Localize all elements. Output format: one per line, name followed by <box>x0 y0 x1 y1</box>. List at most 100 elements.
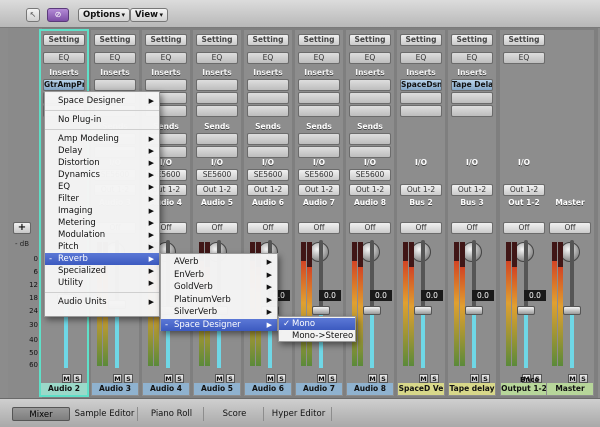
send-slot[interactable] <box>196 146 238 158</box>
volume-fader-handle[interactable] <box>414 306 432 315</box>
mute-button[interactable]: M <box>113 374 122 383</box>
insert-slot-empty[interactable] <box>145 79 187 91</box>
channel-strip-name[interactable]: Audio 4 <box>143 383 189 395</box>
insert-slot-plugin[interactable]: Tape Dela <box>451 79 493 91</box>
mute-button[interactable]: M <box>164 374 173 383</box>
channel-eq-button[interactable]: EQ <box>298 52 340 64</box>
menu-item[interactable]: Delay ▶ <box>45 145 159 157</box>
output-selector[interactable]: Out 1-2 <box>400 184 442 196</box>
channel-eq-button[interactable]: EQ <box>247 52 289 64</box>
channel-eq-button[interactable]: EQ <box>503 52 545 64</box>
channel-strip-name[interactable]: Audio 7 <box>296 383 342 395</box>
menu-item[interactable]: Mono->Stereo <box>279 330 355 342</box>
channel-setting-button[interactable]: Setting <box>400 34 442 46</box>
output-selector[interactable]: Out 1-2 <box>349 184 391 196</box>
menu-item[interactable]: EQ ▶ <box>45 181 159 193</box>
channel-setting-button[interactable]: Setting <box>503 34 545 46</box>
menu-item[interactable]: Space Designer ▶ <box>45 95 159 107</box>
automation-mode-button[interactable]: Off <box>549 222 591 234</box>
output-selector[interactable]: Out 1-2 <box>298 184 340 196</box>
volume-fader-handle[interactable] <box>517 306 535 315</box>
menu-item[interactable]: Metering ▶ <box>45 217 159 229</box>
channel-eq-button[interactable]: EQ <box>400 52 442 64</box>
channel-strip-name[interactable]: Tape delay <box>449 383 495 395</box>
insert-slot-empty[interactable] <box>247 105 289 117</box>
input-selector[interactable]: SE5600 <box>298 169 340 181</box>
add-channel-button[interactable]: + <box>13 222 31 234</box>
insert-slot-empty[interactable] <box>247 79 289 91</box>
tab-sample-editor[interactable]: Sample Editor <box>72 407 138 421</box>
menu-item[interactable]: Amp Modeling ▶ <box>45 133 159 145</box>
menu-item[interactable]: Audio Units ▶ <box>45 296 159 308</box>
tab-mixer[interactable]: Mixer <box>12 407 70 421</box>
insert-slot-empty[interactable] <box>298 92 340 104</box>
mute-button[interactable]: M <box>470 374 479 383</box>
automation-mode-button[interactable]: Off <box>298 222 340 234</box>
channel-setting-button[interactable]: Setting <box>349 34 391 46</box>
channel-eq-button[interactable]: EQ <box>349 52 391 64</box>
channel-eq-button[interactable]: EQ <box>94 52 136 64</box>
tab-score[interactable]: Score <box>206 407 264 421</box>
solo-button[interactable]: S <box>379 374 388 383</box>
insert-slot-empty[interactable] <box>298 105 340 117</box>
automation-mode-button[interactable]: Off <box>451 222 493 234</box>
insert-slot-empty[interactable] <box>298 79 340 91</box>
solo-button[interactable]: S <box>579 374 588 383</box>
channel-eq-button[interactable]: EQ <box>145 52 187 64</box>
channel-setting-button[interactable]: Setting <box>247 34 289 46</box>
menu-item[interactable]: Modulation ▶ <box>45 229 159 241</box>
mute-button[interactable]: M <box>317 374 326 383</box>
send-slot[interactable] <box>247 133 289 145</box>
insert-slot-empty[interactable] <box>196 79 238 91</box>
input-selector[interactable]: SE5600 <box>196 169 238 181</box>
menu-item[interactable]: Filter ▶ <box>45 193 159 205</box>
send-slot[interactable] <box>298 146 340 158</box>
output-selector[interactable]: Out 1-2 <box>503 184 545 196</box>
channel-eq-button[interactable]: EQ <box>43 52 85 64</box>
menu-item[interactable]: Distortion ▶ <box>45 157 159 169</box>
insert-slot-empty[interactable] <box>349 79 391 91</box>
channel-eq-button[interactable]: EQ <box>451 52 493 64</box>
link-button[interactable]: ⊘ <box>47 8 69 22</box>
channel-setting-button[interactable]: Setting <box>94 34 136 46</box>
solo-button[interactable]: S <box>175 374 184 383</box>
insert-slot-empty[interactable] <box>349 92 391 104</box>
volume-fader-handle[interactable] <box>312 306 330 315</box>
insert-slot-empty[interactable] <box>400 105 442 117</box>
menu-item[interactable]: No Plug-in <box>45 114 159 126</box>
automation-mode-button[interactable]: Off <box>349 222 391 234</box>
menu-item[interactable]: Utility ▶ <box>45 277 159 289</box>
options-menu[interactable]: Options ▾ <box>78 8 130 22</box>
automation-mode-button[interactable]: Off <box>503 222 545 234</box>
channel-setting-button[interactable]: Setting <box>145 34 187 46</box>
menu-item[interactable]: EnVerb ▶ <box>161 269 277 281</box>
tab-piano-roll[interactable]: Piano Roll <box>140 407 204 421</box>
channel-setting-button[interactable]: Setting <box>196 34 238 46</box>
channel-eq-button[interactable]: EQ <box>196 52 238 64</box>
automation-mode-button[interactable]: Off <box>400 222 442 234</box>
solo-button[interactable]: S <box>124 374 133 383</box>
send-slot[interactable] <box>349 133 391 145</box>
send-slot[interactable] <box>349 146 391 158</box>
input-selector[interactable]: SE5600 <box>247 169 289 181</box>
channel-strip-name[interactable]: SpaceD Ve <box>398 383 444 395</box>
input-selector[interactable]: SE5600 <box>349 169 391 181</box>
back-button[interactable]: ↖ <box>26 8 40 22</box>
menu-item[interactable]: GoldVerb ▶ <box>161 281 277 293</box>
mute-button[interactable]: M <box>368 374 377 383</box>
menu-item[interactable]: Specialized ▶ <box>45 265 159 277</box>
menu-item[interactable]: Pitch ▶ <box>45 241 159 253</box>
menu-item[interactable]: - Space Designer ▶ <box>161 318 277 331</box>
menu-item[interactable]: AVerb ▶ <box>161 256 277 268</box>
mute-button[interactable]: M <box>215 374 224 383</box>
menu-item[interactable]: SilverVerb ▶ <box>161 306 277 318</box>
channel-strip-name[interactable]: Output 1-2 <box>501 383 547 395</box>
insert-slot-empty[interactable] <box>400 92 442 104</box>
tab-hyper-editor[interactable]: Hyper Editor <box>266 407 332 421</box>
insert-slot-empty[interactable] <box>349 105 391 117</box>
menu-item[interactable]: - Reverb ▶ <box>45 253 159 265</box>
automation-mode-button[interactable]: Off <box>196 222 238 234</box>
mute-button[interactable]: M <box>568 374 577 383</box>
solo-button[interactable]: S <box>430 374 439 383</box>
solo-button[interactable]: S <box>226 374 235 383</box>
